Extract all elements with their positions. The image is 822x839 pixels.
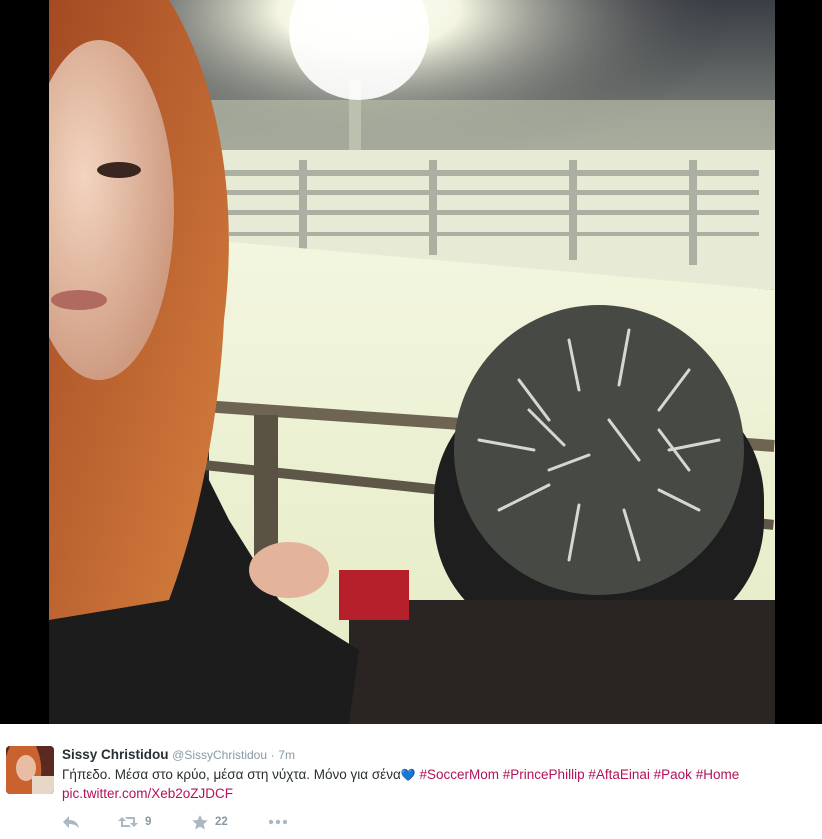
- hashtag-soccermom[interactable]: #SoccerMom: [419, 767, 499, 782]
- tweet: Sissy Christidou @SissyChristidou · 7m Γ…: [0, 724, 822, 839]
- tweet-photo-frame: [0, 0, 822, 724]
- separator-dot: ·: [270, 748, 275, 762]
- reply-button[interactable]: [62, 815, 118, 829]
- retweet-icon: [118, 817, 138, 827]
- favorite-button[interactable]: 22: [192, 814, 268, 830]
- blue-heart-emoji: 💙: [400, 768, 416, 782]
- hashtag-princephillip[interactable]: #PrincePhillip: [503, 767, 585, 782]
- avatar[interactable]: [6, 746, 54, 794]
- hashtag-aftaeinai[interactable]: #AftaEinai: [588, 767, 650, 782]
- retweet-button[interactable]: 9: [118, 815, 192, 829]
- tweet-photo[interactable]: [49, 0, 775, 724]
- reply-icon: [63, 816, 79, 828]
- more-button[interactable]: [268, 819, 288, 825]
- tweet-text: Γήπεδο. Μέσα στο κρύο, μέσα στη νύχτα. Μ…: [62, 765, 812, 785]
- star-icon: [192, 814, 208, 829]
- stadium-selfie-image: [49, 0, 775, 724]
- tweet-text-body: Γήπεδο. Μέσα στο κρύο, μέσα στη νύχτα. Μ…: [62, 767, 401, 782]
- retweet-count: 9: [145, 816, 152, 828]
- timestamp[interactable]: 7m: [278, 748, 295, 762]
- display-name[interactable]: Sissy Christidou: [62, 747, 169, 762]
- favorite-count: 22: [215, 816, 228, 828]
- tweet-actions: 9 22: [62, 812, 288, 832]
- hashtag-home[interactable]: #Home: [696, 767, 740, 782]
- user-handle[interactable]: @SissyChristidou: [172, 748, 267, 762]
- more-icon: [268, 819, 288, 825]
- hashtag-paok[interactable]: #Paok: [654, 767, 692, 782]
- pic-link[interactable]: pic.twitter.com/Xeb2oZJDCF: [62, 784, 233, 803]
- avatar-image: [6, 746, 54, 794]
- tweet-header: Sissy Christidou @SissyChristidou · 7m: [62, 746, 295, 764]
